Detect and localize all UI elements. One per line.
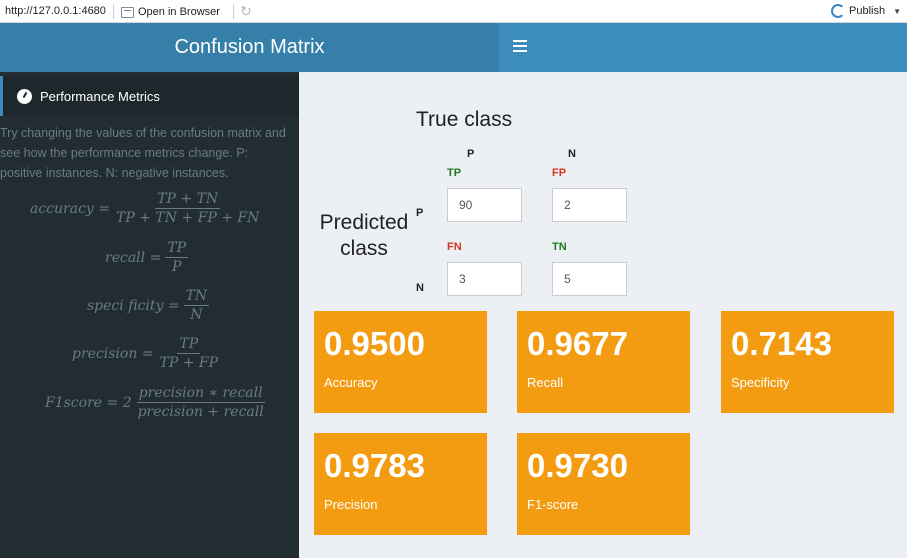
browser-window-icon — [121, 6, 134, 18]
row-header-n: N — [416, 282, 424, 294]
fn-label: FN — [447, 241, 462, 253]
chevron-down-icon: ▼ — [893, 6, 901, 16]
toolbar-divider — [233, 4, 234, 19]
metric-label: Recall — [527, 375, 564, 390]
formula-denominator: TP + FP — [159, 355, 219, 371]
precision-formula: precision = TP TP + FP — [72, 336, 220, 371]
fp-label: FP — [552, 167, 567, 179]
tn-label: TN — [552, 241, 567, 253]
formula-lhs: accuracy = — [30, 200, 111, 217]
formula-denominator: TP + TN + FP + FN — [116, 210, 260, 226]
metric-value: 0.9677 — [527, 325, 628, 362]
toolbar-divider — [113, 4, 114, 19]
formula-denominator: N — [190, 307, 203, 323]
formula-lhs: recall = — [105, 249, 162, 266]
formula-numerator: precision ∗ recall — [136, 385, 265, 403]
sidebar-item-performance-metrics[interactable]: Performance Metrics — [0, 76, 299, 116]
tp-label: TP — [447, 167, 462, 179]
metric-label: Specificity — [731, 375, 790, 390]
metric-value: 0.9730 — [527, 447, 628, 484]
accuracy-value-box: 0.9500 Accuracy — [314, 311, 487, 413]
open-in-browser-label: Open in Browser — [138, 6, 220, 18]
formula-lhs: F1score = 2 — [45, 394, 132, 411]
specificity-value-box: 0.7143 Specificity — [721, 311, 894, 413]
open-in-browser-button[interactable]: Open in Browser — [121, 4, 220, 20]
sidebar: Performance Metrics Try changing the val… — [0, 72, 299, 558]
tn-input[interactable]: 5 — [552, 262, 627, 296]
metric-label: Accuracy — [324, 375, 378, 390]
true-class-heading: True class — [416, 108, 513, 131]
fn-input[interactable]: 3 — [447, 262, 522, 296]
metric-value: 0.9500 — [324, 325, 425, 362]
formula-denominator: P — [171, 259, 182, 275]
sidebar-toggle-icon[interactable] — [513, 40, 527, 54]
metric-label: Precision — [324, 497, 378, 512]
viewer-toolbar: http://127.0.0.1:4680 Open in Browser ↻ … — [0, 0, 907, 23]
specificity-formula: speci ficity = TN N — [87, 288, 210, 323]
precision-value-box: 0.9783 Precision — [314, 433, 487, 535]
accuracy-formula: accuracy = TP + TN TP + TN + FP + FN — [30, 191, 261, 226]
formula-numerator: TP — [165, 240, 189, 258]
formula-numerator: TN — [183, 288, 210, 306]
formula-numerator: TP — [177, 336, 201, 354]
formula-lhs: precision = — [72, 345, 154, 362]
dashboard-gauge-icon — [17, 88, 32, 104]
column-header-n: N — [568, 148, 576, 160]
refresh-icon[interactable]: ↻ — [240, 3, 252, 20]
tp-input[interactable]: 90 — [447, 188, 522, 222]
column-header-p: P — [467, 148, 475, 160]
recall-value-box: 0.9677 Recall — [517, 311, 690, 413]
formula-denominator: precision + recall — [137, 404, 264, 420]
metric-value: 0.9783 — [324, 447, 425, 484]
metric-label: F1-score — [527, 497, 579, 512]
predicted-class-heading: Predicted class — [319, 211, 409, 260]
app-header: Confusion Matrix — [0, 23, 907, 72]
viewer-url[interactable]: http://127.0.0.1:4680 — [5, 5, 106, 17]
publish-label: Publish — [849, 5, 886, 17]
f1-formula: F1score = 2 precision ∗ recall precision … — [45, 385, 266, 420]
metric-value: 0.7143 — [731, 325, 832, 362]
formula-lhs: speci ficity = — [87, 297, 180, 314]
app-title: Confusion Matrix — [0, 23, 499, 72]
publish-button[interactable]: Publish ▼ — [831, 4, 901, 18]
row-header-p: P — [416, 207, 424, 219]
sidebar-item-label: Performance Metrics — [40, 88, 160, 104]
f1-score-value-box: 0.9730 F1-score — [517, 433, 690, 535]
recall-formula: recall = TP P — [105, 240, 189, 275]
formula-numerator: TP + TN — [155, 191, 221, 209]
publish-icon — [831, 4, 845, 18]
sidebar-description: Try changing the values of the confusion… — [0, 126, 286, 180]
fp-input[interactable]: 2 — [552, 188, 627, 222]
